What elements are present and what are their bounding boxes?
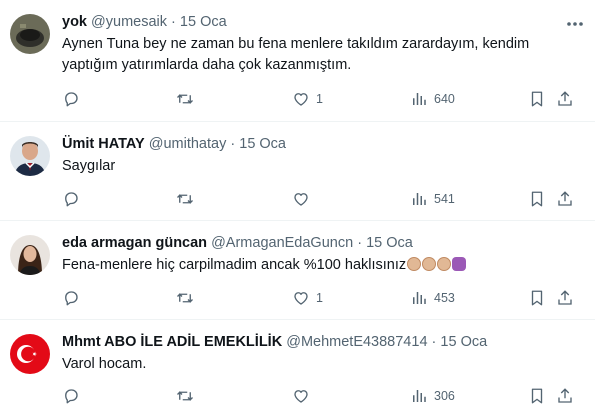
views-button[interactable]: 453 [410,288,455,308]
like-button[interactable] [292,386,316,406]
user-handle[interactable]: @MehmetE43887414 [286,334,427,350]
more-horizontal-icon[interactable] [565,14,585,34]
timestamp[interactable]: 15 Oca [180,14,227,30]
heart-icon [294,93,308,106]
display-name[interactable]: Ümit HATAY [62,136,145,152]
bookmark-icon [531,290,543,306]
avatar[interactable] [10,334,50,374]
avatar[interactable] [10,136,50,176]
avatar[interactable] [10,14,50,54]
like-button[interactable]: 1 [292,288,323,308]
reply-icon [65,92,78,107]
timestamp[interactable]: 15 Oca [239,136,286,152]
retweet-button[interactable] [176,189,194,209]
bookmark-button[interactable] [528,189,546,209]
share-icon [558,191,572,206]
view-count: 640 [434,92,455,106]
view-count: 306 [434,389,455,403]
separator-dot: · [357,235,363,251]
retweet-button[interactable] [176,386,194,406]
retweet-icon [177,293,193,303]
share-button[interactable] [556,189,574,209]
bookmark-icon [531,91,543,107]
share-button[interactable] [556,386,574,406]
tweet[interactable]: Mhmt ABO İLE ADİL EMEKLİLİK @MehmetE4388… [0,320,595,415]
views-button[interactable]: 541 [410,189,455,209]
views-icon [413,193,426,205]
view-count: 541 [434,192,455,206]
tweet-text: Fena-menlere hiç carpilmadim ancak %100 … [62,255,581,276]
user-handle[interactable]: @yumesaik [91,14,167,30]
tweet-text-body: Fena-menlere hiç carpilmadim ancak %100 … [62,257,407,273]
display-name[interactable]: yok [62,14,87,30]
view-count: 453 [434,291,455,305]
user-handle[interactable]: @umithatay [149,136,227,152]
clapping-hands-emoji-icon [437,257,452,271]
reply-button[interactable] [62,386,80,406]
separator-dot: · [230,136,236,152]
views-icon [413,292,426,304]
avatar[interactable] [10,235,50,275]
retweet-icon [177,194,193,204]
clapping-hands-emoji-icon [407,257,422,271]
like-count: 1 [316,92,323,106]
like-button[interactable] [292,189,316,209]
share-button[interactable] [556,89,574,109]
retweet-button[interactable] [176,288,194,308]
display-name[interactable]: Mhmt ABO İLE ADİL EMEKLİLİK [62,334,282,350]
heart-icon [294,390,308,403]
heart-icon [294,292,308,305]
tweet-text: Aynen Tuna bey ne zaman bu fena menlere … [62,36,530,73]
reply-button[interactable] [62,288,80,308]
bookmark-button[interactable] [528,89,546,109]
reply-icon [65,291,78,306]
share-button[interactable] [556,288,574,308]
bookmark-icon [531,388,543,404]
display-name[interactable]: eda armagan güncan [62,235,207,251]
tweet-text: Varol hocam. [62,356,147,372]
reply-icon [65,389,78,404]
retweet-icon [177,94,193,104]
tweet[interactable]: Ümit HATAY @umithatay · 15 Oca Saygılar … [0,122,595,221]
user-handle[interactable]: @ArmaganEdaGuncn [211,235,353,251]
person-facepalming-emoji-icon [452,257,467,271]
bookmark-button[interactable] [528,386,546,406]
views-icon [413,93,426,105]
share-icon [558,91,572,106]
reply-button[interactable] [62,89,80,109]
share-icon [558,290,572,305]
timestamp[interactable]: 15 Oca [366,235,413,251]
views-button[interactable]: 306 [410,386,455,406]
bookmark-icon [531,191,543,207]
separator-dot: · [171,14,176,30]
heart-icon [294,193,308,206]
tweet[interactable]: eda armagan güncan @ArmaganEdaGuncn · 15… [0,221,595,320]
share-icon [558,388,572,403]
reply-icon [65,192,78,207]
views-icon [413,390,426,402]
retweet-button[interactable] [176,89,194,109]
bookmark-button[interactable] [528,288,546,308]
timestamp[interactable]: 15 Oca [440,334,487,350]
separator-dot: · [431,334,437,350]
views-button[interactable]: 640 [410,89,455,109]
retweet-icon [177,391,193,401]
reply-feed: yok @yumesaik · 15 Oca Aynen Tuna bey ne… [0,0,595,415]
like-button[interactable]: 1 [292,89,323,109]
tweet-text: Saygılar [62,158,116,174]
clapping-hands-emoji-icon [422,257,437,271]
tweet[interactable]: yok @yumesaik · 15 Oca Aynen Tuna bey ne… [0,0,595,122]
like-count: 1 [316,291,323,305]
reply-button[interactable] [62,189,80,209]
